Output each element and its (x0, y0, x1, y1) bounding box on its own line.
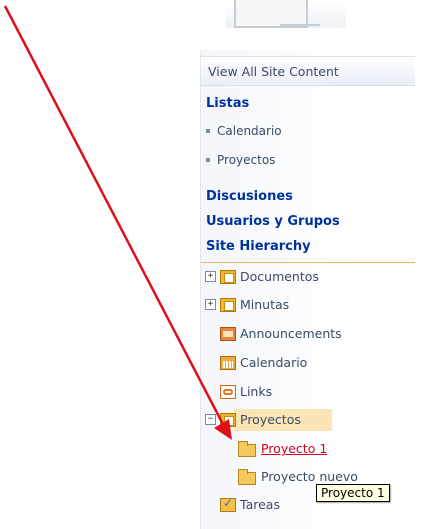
quick-launch-panel: View All Site Content Listas Calendario … (200, 50, 415, 529)
listas-item-proyectos[interactable]: Proyectos (206, 153, 275, 167)
listas-heading[interactable]: Listas (206, 96, 249, 111)
bullet-icon (206, 158, 210, 162)
tree-item-label: Tareas (240, 497, 280, 512)
bullet-icon (206, 129, 210, 133)
discusiones-heading[interactable]: Discusiones (206, 189, 293, 204)
expand-plus-icon[interactable]: + (205, 299, 216, 310)
collapse-minus-icon[interactable]: − (205, 414, 216, 425)
site-logo-image (226, 0, 346, 28)
tree-item-announcements[interactable]: Announcements (201, 323, 415, 345)
list-item-label: Proyectos (217, 153, 276, 167)
announcements-icon (220, 327, 236, 341)
tree-item-links[interactable]: Links (201, 381, 415, 403)
tree-item-label: Calendario (240, 355, 308, 370)
folder-icon (238, 441, 256, 457)
tree-item-documentos[interactable]: + Documentos (201, 266, 415, 288)
links-icon (220, 385, 236, 399)
usuarios-y-grupos-heading[interactable]: Usuarios y Grupos (206, 214, 340, 229)
tree-item-calendario[interactable]: Calendario (201, 352, 415, 374)
arrow-line (3, 5, 228, 431)
tooltip: Proyecto 1 (316, 484, 390, 502)
tree-item-label[interactable]: Proyecto nuevo (261, 469, 358, 484)
tree-item-label: Documentos (240, 269, 319, 284)
tree-item-label: Announcements (240, 326, 342, 341)
tree-item-proyectos[interactable]: − Proyectos (201, 409, 415, 431)
tree-item-minutas[interactable]: + Minutas (201, 294, 415, 316)
logo-frame (234, 0, 320, 28)
document-library-icon (220, 298, 236, 312)
listas-item-calendario[interactable]: Calendario (206, 124, 282, 138)
list-item-label: Calendario (217, 124, 282, 138)
expand-plus-icon[interactable]: + (205, 271, 216, 282)
tree-item-label: Links (240, 384, 273, 399)
calendar-icon (220, 356, 236, 370)
document-library-icon (220, 270, 236, 284)
site-hierarchy-heading[interactable]: Site Hierarchy (206, 239, 311, 254)
tasks-icon (220, 496, 236, 512)
section-divider (201, 262, 415, 263)
view-all-site-content-link[interactable]: View All Site Content (201, 56, 415, 86)
document-library-icon (220, 413, 236, 427)
tree-item-proyecto-1[interactable]: Proyecto 1 (201, 438, 415, 460)
tree-item-label: Proyectos (240, 412, 301, 427)
tree-item-label: Minutas (240, 297, 290, 312)
tree-item-label[interactable]: Proyecto 1 (261, 441, 327, 456)
folder-icon (238, 469, 256, 485)
